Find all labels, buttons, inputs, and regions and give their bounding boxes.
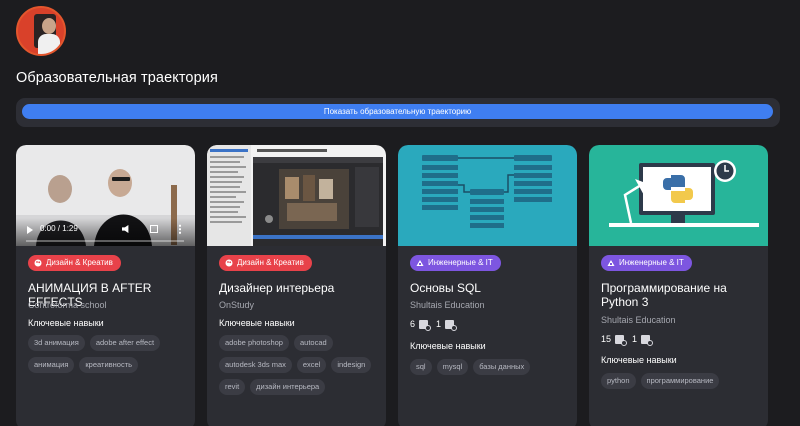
skills-list: 3d анимация adobe after effect анимация …: [28, 335, 188, 373]
skill-tag: sql: [410, 359, 432, 375]
database-tables-illustration: [398, 145, 577, 246]
skill-tag: анимация: [28, 357, 75, 373]
skill-tag: креативность: [79, 357, 139, 373]
course-card-interior-design[interactable]: Дизайн & Креатив Дизайнер интерьера OnSt…: [207, 145, 386, 426]
category-badge: Инженерные & IT: [601, 255, 692, 271]
engineering-icon: [607, 260, 615, 266]
category-badge: Инженерные & IT: [410, 255, 501, 271]
category-badge: Дизайн & Креатив: [219, 255, 312, 271]
skills-list: adobe photoshop autocad autodesk 3ds max…: [219, 335, 379, 395]
skill-tag: дизайн интерьера: [250, 379, 326, 395]
engineering-icon: [416, 260, 424, 266]
course-stats: 15 1: [601, 334, 654, 346]
video-lessons-icon: [419, 319, 432, 331]
photoshop-screenshot-image: [207, 145, 386, 246]
skill-tag: программирование: [640, 373, 720, 389]
video-controls: 0:00 / 1:29: [16, 218, 195, 246]
category-badge: Дизайн & Креатив: [28, 255, 121, 271]
course-thumbnail: [398, 145, 577, 246]
category-label: Дизайн & Креатив: [237, 258, 304, 267]
volume-icon[interactable]: [122, 225, 129, 233]
skill-tag: autocad: [293, 335, 333, 351]
course-school: Shultais Education: [410, 300, 485, 310]
course-card-python[interactable]: Инженерные & IT Программирование на Pyth…: [589, 145, 768, 426]
lessons-count: 15: [601, 334, 612, 344]
more-options-icon[interactable]: [179, 224, 181, 234]
certificate-icon: [445, 319, 458, 331]
course-video-player[interactable]: 0:00 / 1:29: [16, 145, 195, 246]
skills-heading: Ключевые навыки: [219, 318, 295, 328]
page-title: Образовательная траектория: [16, 70, 218, 86]
course-school: Controforma school: [28, 300, 107, 310]
skill-tag: базы данных: [473, 359, 531, 375]
avatar-shirt: [38, 34, 60, 54]
trajectory-panel: Показать образовательную траекторию: [16, 98, 780, 127]
show-trajectory-button[interactable]: Показать образовательную траекторию: [22, 104, 773, 119]
skills-heading: Ключевые навыки: [410, 341, 486, 351]
category-label: Дизайн & Креатив: [46, 258, 113, 267]
course-card-sql[interactable]: Инженерные & IT Основы SQL Shultais Educ…: [398, 145, 577, 426]
skill-tag: mysql: [436, 359, 469, 375]
video-time: 0:00 / 1:29: [40, 224, 78, 233]
course-title[interactable]: Основы SQL: [410, 281, 570, 295]
video-lessons-icon: [615, 334, 628, 346]
course-thumbnail: [207, 145, 386, 246]
python-workspace-illustration: [589, 145, 768, 246]
course-school: OnStudy: [219, 300, 255, 310]
course-title[interactable]: Программирование на Python 3: [601, 281, 761, 309]
certificate-icon: [641, 334, 654, 346]
course-title[interactable]: Дизайнер интерьера: [219, 281, 379, 295]
skill-tag: revit: [219, 379, 246, 395]
category-label: Инженерные & IT: [619, 258, 684, 267]
skill-tag: adobe after effect: [89, 335, 161, 351]
course-school: Shultais Education: [601, 315, 676, 325]
skill-tag: indesign: [331, 357, 372, 373]
tests-count: 1: [632, 334, 638, 344]
user-avatar[interactable]: [16, 6, 66, 56]
skills-heading: Ключевые навыки: [601, 355, 677, 365]
lessons-count: 6: [410, 319, 416, 329]
skills-list: sql mysql базы данных: [410, 359, 570, 375]
course-thumbnail: [589, 145, 768, 246]
play-icon[interactable]: [27, 226, 33, 234]
palette-icon: [34, 259, 42, 267]
fullscreen-icon[interactable]: [150, 225, 158, 233]
skills-heading: Ключевые навыки: [28, 318, 104, 328]
palette-icon: [225, 259, 233, 267]
course-card-after-effects[interactable]: 0:00 / 1:29 Дизайн & Креатив АНИМАЦИЯ В …: [16, 145, 195, 426]
avatar-face: [42, 18, 56, 34]
video-progress-bar[interactable]: [26, 240, 184, 242]
category-label: Инженерные & IT: [428, 258, 493, 267]
skills-list: python программирование: [601, 373, 761, 389]
skill-tag: autodesk 3ds max: [219, 357, 292, 373]
skill-tag: python: [601, 373, 636, 389]
course-stats: 6 1: [410, 319, 458, 331]
skill-tag: excel: [296, 357, 327, 373]
skill-tag: adobe photoshop: [219, 335, 289, 351]
skill-tag: 3d анимация: [28, 335, 85, 351]
tests-count: 1: [436, 319, 442, 329]
